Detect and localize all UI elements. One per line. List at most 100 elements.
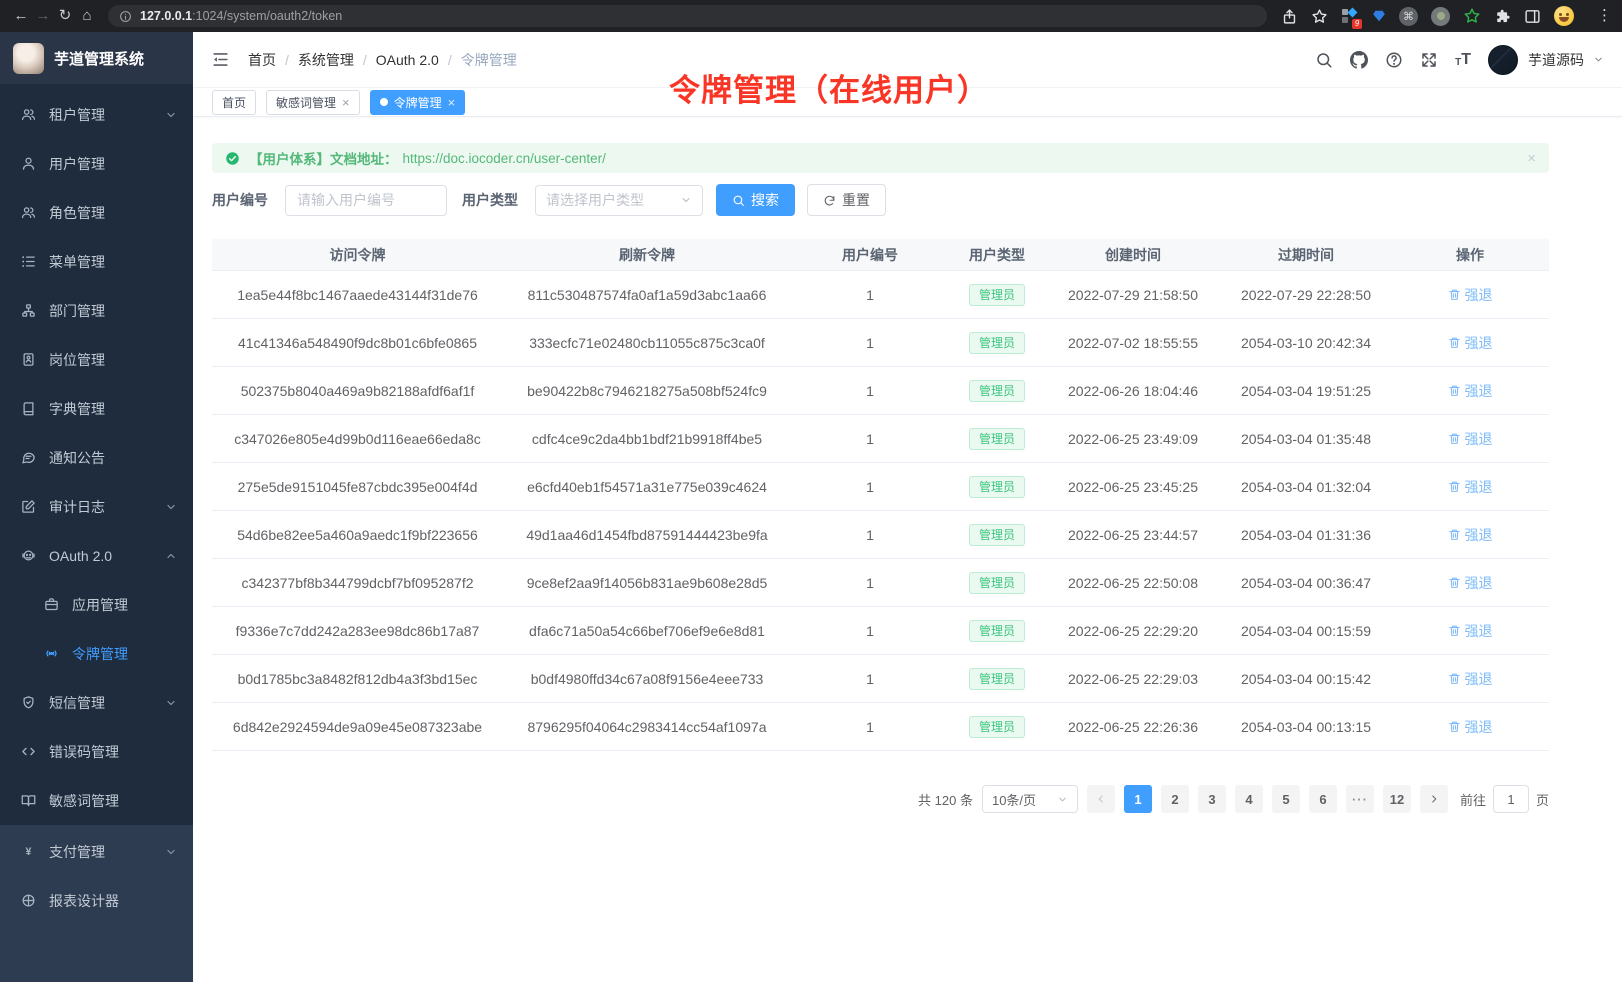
prev-page-button[interactable] xyxy=(1087,785,1115,813)
sidebar-item-短信管理[interactable]: 短信管理 xyxy=(0,678,193,727)
chevron-down-icon xyxy=(165,109,177,121)
username[interactable]: 芋道源码 xyxy=(1528,50,1584,70)
table-body: 1ea5e44f8bc1467aaede43144f31de76811c5304… xyxy=(212,271,1549,751)
sidebar-item-报表设计器[interactable]: 报表设计器 xyxy=(0,876,193,925)
alert-text: 【用户体系】文档地址： xyxy=(249,148,398,168)
user-avatar[interactable] xyxy=(1488,45,1518,75)
url-bar[interactable]: 127.0.0.1:1024/system/oauth2/token xyxy=(108,5,1267,27)
page-size-select[interactable]: 10条/页 xyxy=(982,785,1078,813)
force-logout-button[interactable]: 强退 xyxy=(1448,429,1493,449)
page-button-6[interactable]: 6 xyxy=(1309,785,1337,813)
refresh-token-cell: 333ecfc71e02480cb11055c875c3ca0f xyxy=(503,335,791,351)
sidebar-item-岗位管理[interactable]: 岗位管理 xyxy=(0,335,193,384)
extension-badge-count: 9 xyxy=(1352,19,1362,29)
force-logout-button[interactable]: 强退 xyxy=(1448,573,1493,593)
tab-敏感词管理[interactable]: 敏感词管理× xyxy=(266,90,360,115)
sidebar-item-OAuth 2.0[interactable]: OAuth 2.0 xyxy=(0,531,193,580)
sidebar-item-label: 应用管理 xyxy=(72,595,128,615)
user-type-cell: 管理员 xyxy=(949,332,1045,354)
page-button-5[interactable]: 5 xyxy=(1272,785,1300,813)
green-star-extension-icon[interactable] xyxy=(1463,7,1481,25)
record-extension-icon[interactable] xyxy=(1431,7,1450,26)
browser-reload-button[interactable]: ↻ xyxy=(54,0,76,32)
sidebar-item-部门管理[interactable]: 部门管理 xyxy=(0,286,193,335)
sidebar-item-错误码管理[interactable]: 错误码管理 xyxy=(0,727,193,776)
browser-back-button[interactable]: ← xyxy=(10,0,32,32)
goto-page-input[interactable] xyxy=(1493,785,1529,813)
github-icon[interactable] xyxy=(1350,51,1368,69)
sidebar-item-支付管理[interactable]: ¥支付管理 xyxy=(0,827,193,876)
sidebar-item-角色管理[interactable]: 角色管理 xyxy=(0,188,193,237)
browser-chrome: ← → ↻ ⌂ 127.0.0.1:1024/system/oauth2/tok… xyxy=(0,0,1622,32)
force-logout-button[interactable]: 强退 xyxy=(1448,381,1493,401)
site-info-icon[interactable] xyxy=(119,10,132,23)
tab-令牌管理[interactable]: 令牌管理× xyxy=(370,90,466,115)
action-cell: 强退 xyxy=(1391,429,1549,449)
sidebar-item-用户管理[interactable]: 用户管理 xyxy=(0,139,193,188)
tab-首页[interactable]: 首页 xyxy=(212,90,256,115)
search-button[interactable]: 搜索 xyxy=(716,184,795,216)
user-menu-caret-icon[interactable] xyxy=(1593,54,1604,65)
page-button-12[interactable]: 12 xyxy=(1383,785,1411,813)
sidebar-item-租户管理[interactable]: 租户管理 xyxy=(0,90,193,139)
sidebar-item-敏感词管理[interactable]: 敏感词管理 xyxy=(0,776,193,825)
sidebar-item-label: 敏感词管理 xyxy=(49,791,119,811)
bookmark-star-icon[interactable] xyxy=(1311,8,1328,25)
column-header: 访问令牌 xyxy=(212,245,503,265)
app-logo-row[interactable]: 芋道管理系统 xyxy=(0,32,193,84)
expire-time-cell: 2054-03-10 20:42:34 xyxy=(1221,335,1391,351)
gem-extension-icon[interactable] xyxy=(1372,9,1386,23)
browser-home-button[interactable]: ⌂ xyxy=(76,0,98,32)
profile-avatar-icon[interactable] xyxy=(1554,6,1574,26)
sidebar-item-菜单管理[interactable]: 菜单管理 xyxy=(0,237,193,286)
next-page-button[interactable] xyxy=(1420,785,1448,813)
breadcrumb-item[interactable]: OAuth 2.0 xyxy=(376,52,439,68)
sidebar-item-应用管理[interactable]: 应用管理 xyxy=(0,580,193,629)
extensions-puzzle-icon[interactable] xyxy=(1494,8,1511,25)
reset-button[interactable]: 重置 xyxy=(807,184,886,216)
user-id-input[interactable] xyxy=(285,185,447,216)
page-button-4[interactable]: 4 xyxy=(1235,785,1263,813)
tab-close-icon[interactable]: × xyxy=(342,96,350,109)
doc-link[interactable]: https://doc.iocoder.cn/user-center/ xyxy=(403,151,606,166)
force-logout-button[interactable]: 强退 xyxy=(1448,285,1493,305)
side-panel-icon[interactable] xyxy=(1524,8,1541,25)
alert-close-icon[interactable]: × xyxy=(1527,151,1536,166)
sidebar-item-字典管理[interactable]: 字典管理 xyxy=(0,384,193,433)
force-logout-button[interactable]: 强退 xyxy=(1448,621,1493,641)
sidebar-item-通知公告[interactable]: 通知公告 xyxy=(0,433,193,482)
help-icon[interactable] xyxy=(1385,51,1403,69)
extension-badge-icon[interactable]: 9 xyxy=(1341,7,1359,25)
force-logout-button[interactable]: 强退 xyxy=(1448,333,1493,353)
sidebar-collapse-icon[interactable] xyxy=(211,50,230,69)
force-logout-button[interactable]: 强退 xyxy=(1448,717,1493,737)
breadcrumb-item[interactable]: 首页 xyxy=(248,50,276,70)
user-type-select[interactable]: 请选择用户类型 xyxy=(535,185,703,216)
search-icon[interactable] xyxy=(1315,51,1333,69)
force-logout-button[interactable]: 强退 xyxy=(1448,525,1493,545)
tab-close-icon[interactable]: × xyxy=(448,96,456,109)
user-type-cell: 管理员 xyxy=(949,476,1045,498)
browser-forward-button[interactable]: → xyxy=(32,0,54,32)
page-button-1[interactable]: 1 xyxy=(1124,785,1152,813)
force-logout-button[interactable]: 强退 xyxy=(1448,669,1493,689)
briefcase-icon xyxy=(44,597,59,612)
page-button-3[interactable]: 3 xyxy=(1198,785,1226,813)
force-logout-button[interactable]: 强退 xyxy=(1448,477,1493,497)
created-time-cell: 2022-06-25 22:29:03 xyxy=(1045,671,1221,687)
share-icon[interactable] xyxy=(1281,8,1298,25)
user-type-label: 用户类型 xyxy=(462,190,518,210)
column-header: 用户编号 xyxy=(791,245,949,265)
sidebar-item-审计日志[interactable]: 审计日志 xyxy=(0,482,193,531)
command-extension-icon[interactable]: ⌘ xyxy=(1399,7,1418,26)
expire-time-cell: 2054-03-04 00:36:47 xyxy=(1221,575,1391,591)
breadcrumb-item[interactable]: 系统管理 xyxy=(298,50,354,70)
page-more-button[interactable]: ··· xyxy=(1346,785,1374,813)
fullscreen-icon[interactable] xyxy=(1420,51,1438,69)
font-size-icon[interactable]: TT xyxy=(1455,52,1471,68)
sidebar-item-令牌管理[interactable]: 令牌管理 xyxy=(0,629,193,678)
user-type-cell: 管理员 xyxy=(949,572,1045,594)
page-button-2[interactable]: 2 xyxy=(1161,785,1189,813)
chevron-left-icon xyxy=(1095,793,1107,805)
browser-menu-icon[interactable]: ⋮ xyxy=(1597,0,1612,32)
